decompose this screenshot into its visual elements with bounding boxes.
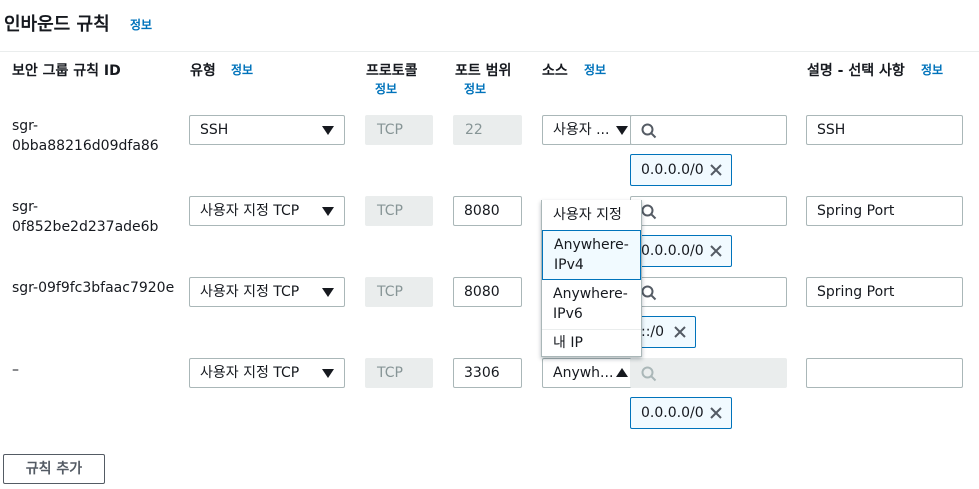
source-select[interactable]: 사용자 ... xyxy=(542,115,632,145)
description-input[interactable] xyxy=(806,358,963,388)
source-dropdown-menu: 사용자 지정 Anywhere- IPv4 Anywhere- IPv6 내 I… xyxy=(541,200,642,357)
add-rule-button[interactable]: 규칙 추가 xyxy=(3,454,105,484)
col-source: 소스 xyxy=(542,63,568,79)
col-port-range: 포트 범위 xyxy=(455,63,512,79)
search-icon xyxy=(641,204,657,220)
description-input[interactable]: Spring Port xyxy=(806,196,963,226)
type-select[interactable]: 사용자 지정 TCP xyxy=(189,277,345,307)
rule-id: – xyxy=(12,362,19,378)
port-range-input[interactable]: 3306 xyxy=(453,358,522,388)
col-type: 유형 xyxy=(190,63,216,79)
description-input[interactable]: Spring Port xyxy=(806,277,963,307)
protocol-field: TCP xyxy=(365,196,433,226)
close-icon[interactable] xyxy=(709,163,723,177)
description-input[interactable]: SSH xyxy=(806,115,963,145)
port-range-input[interactable]: 8080 xyxy=(453,277,522,307)
dropdown-option-anywhere-ipv6[interactable]: Anywhere- IPv6 xyxy=(542,284,641,324)
type-select[interactable]: SSH xyxy=(189,115,345,145)
description-info-link[interactable]: 정보 xyxy=(921,61,943,78)
search-icon xyxy=(641,366,657,382)
cidr-search-input xyxy=(630,358,787,388)
type-info-link[interactable]: 정보 xyxy=(231,61,253,78)
source-select[interactable]: Anywh... xyxy=(542,358,632,388)
dropdown-option-custom[interactable]: 사용자 지정 xyxy=(542,205,641,225)
caret-down-icon xyxy=(322,288,334,297)
close-icon[interactable] xyxy=(673,325,687,339)
protocol-field: TCP xyxy=(365,358,433,388)
title-info-link[interactable]: 정보 xyxy=(130,16,152,33)
caret-down-icon xyxy=(616,126,628,135)
col-protocol: 프로토콜 xyxy=(366,63,418,79)
close-icon[interactable] xyxy=(709,244,723,258)
rule-id: sgr- 0bba88216d09dfa86 xyxy=(12,118,159,154)
cidr-search-input[interactable] xyxy=(630,277,787,307)
dropdown-option-anywhere-ipv4[interactable]: Anywhere- IPv4 xyxy=(542,230,641,280)
caret-up-icon xyxy=(616,368,628,377)
caret-down-icon xyxy=(322,207,334,216)
search-icon xyxy=(641,123,657,139)
col-description: 설명 - 선택 사항 xyxy=(807,63,905,79)
protocol-field: TCP xyxy=(365,115,433,145)
dropdown-divider xyxy=(542,329,641,330)
cidr-search-input[interactable] xyxy=(630,115,787,145)
rule-id: sgr- 0f852be2d237ade6b xyxy=(12,199,159,235)
cidr-search-input[interactable] xyxy=(630,196,787,226)
col-rule-id: 보안 그룹 규칙 ID xyxy=(12,63,121,79)
cidr-token: 0.0.0.0/0 xyxy=(630,154,732,186)
port-info-link[interactable]: 정보 xyxy=(464,80,486,97)
cidr-token: 0.0.0.0/0 xyxy=(630,235,732,267)
page-title: 인바운드 규칙 xyxy=(4,14,110,35)
protocol-info-link[interactable]: 정보 xyxy=(375,80,397,97)
dropdown-option-my-ip[interactable]: 내 IP xyxy=(542,333,641,353)
search-icon xyxy=(641,285,657,301)
protocol-field: TCP xyxy=(365,277,433,307)
type-select[interactable]: 사용자 지정 TCP xyxy=(189,196,345,226)
close-icon[interactable] xyxy=(709,406,723,420)
caret-down-icon xyxy=(322,126,334,135)
type-select[interactable]: 사용자 지정 TCP xyxy=(189,358,345,388)
source-info-link[interactable]: 정보 xyxy=(584,61,606,78)
panel-header: 인바운드 규칙 정보 xyxy=(0,0,979,52)
port-range-field: 22 xyxy=(453,115,522,145)
caret-down-icon xyxy=(322,369,334,378)
port-range-input[interactable]: 8080 xyxy=(453,196,522,226)
rule-id: sgr-09f9fc3bfaac7920e xyxy=(12,280,175,296)
cidr-token: 0.0.0.0/0 xyxy=(630,397,732,429)
